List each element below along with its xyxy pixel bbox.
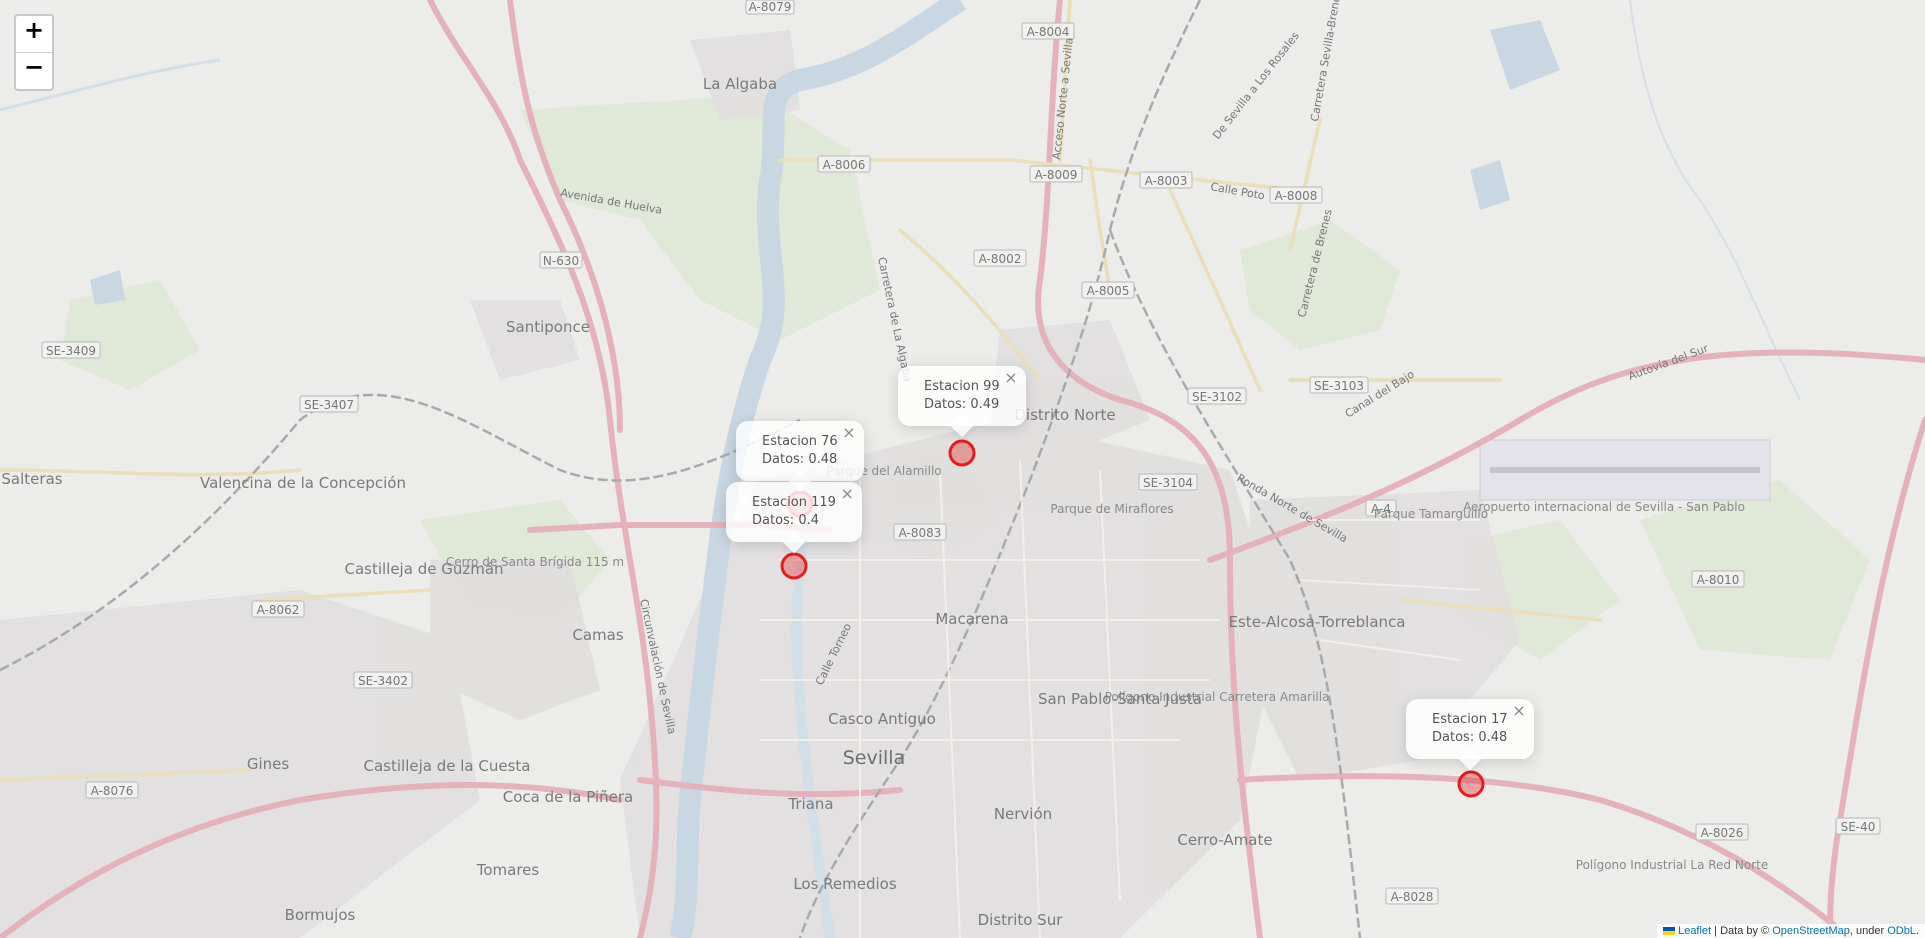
place-label: Triana	[787, 795, 833, 813]
station-popup: × Estacion 17 Datos: 0.48	[1406, 699, 1534, 771]
road-tag: A-8004	[1027, 25, 1070, 39]
leaflet-link[interactable]: Leaflet	[1678, 925, 1711, 937]
place-label: Distrito Sur	[978, 911, 1064, 929]
attribution-text: | Data by ©	[1711, 925, 1773, 937]
place-label: Valencina de la Concepción	[200, 474, 406, 492]
zoom-in-button[interactable]: +	[16, 16, 52, 52]
map-attribution: Leaflet | Data by © OpenStreetMap, under…	[1657, 924, 1925, 938]
road-tag: A-8076	[91, 784, 134, 798]
popup-close-button[interactable]: ×	[1004, 368, 1017, 387]
zoom-out-button[interactable]: −	[16, 52, 52, 89]
popup-data: Datos: 0.48	[762, 452, 838, 467]
place-label: Casco Antiguo	[828, 710, 936, 728]
odbl-link[interactable]: ODbL	[1887, 925, 1916, 937]
place-label: Bormujos	[285, 906, 356, 924]
attribution-text: .	[1915, 925, 1919, 937]
station-popup: × Estacion 99 Datos: 0.49	[898, 366, 1026, 438]
road-tag: A-8026	[1701, 826, 1744, 840]
road-tag: A-8002	[979, 252, 1022, 266]
place-label: Salteras	[1, 470, 62, 488]
road-tag: A-8028	[1391, 890, 1434, 904]
popup-title: Estacion 76	[762, 434, 838, 449]
attribution-text: , under	[1849, 925, 1888, 937]
road-tag: SE-3407	[304, 398, 354, 412]
station-marker[interactable]	[780, 552, 808, 580]
place-label: Coca de la Piñera	[503, 788, 633, 806]
road-tag: A-8005	[1087, 284, 1130, 298]
place-label: Aeropuerto internacional de Sevilla - Sa…	[1463, 500, 1745, 514]
road-tag: SE-3102	[1192, 390, 1242, 404]
road-tag: A-8009	[1035, 168, 1078, 182]
road-tag: SE-3402	[358, 674, 408, 688]
popup-data: Datos: 0.48	[1432, 730, 1508, 745]
popup-title: Estacion 99	[924, 379, 1000, 394]
place-label: Cerro de Santa Brígida 115 m	[446, 555, 624, 569]
ukraine-flag-icon	[1663, 927, 1676, 936]
place-label: Cerro-Amate	[1177, 831, 1272, 849]
road-tag: A-8062	[257, 603, 300, 617]
place-label: Camas	[572, 626, 623, 644]
place-label: La Algaba	[703, 75, 777, 93]
place-label: Macarena	[935, 610, 1008, 628]
popup-title: Estacion 17	[1432, 712, 1508, 727]
zoom-control: + −	[14, 14, 54, 91]
station-marker[interactable]	[1457, 770, 1485, 798]
map-tiles[interactable]: A-8079 A-8004 A-8006 A-8009 A-8003 A-800…	[0, 0, 1925, 938]
popup-data: Datos: 0.4	[752, 513, 819, 528]
road-tag: A-8008	[1275, 189, 1318, 203]
place-label: Este-Alcosa-Torreblanca	[1229, 613, 1406, 631]
road-tag: A-8010	[1697, 573, 1740, 587]
road-tag: A-8083	[899, 526, 942, 540]
station-popup: × Estacion 119 Datos: 0.4	[726, 482, 862, 554]
road-tag: SE-3103	[1314, 379, 1364, 393]
osm-link[interactable]: OpenStreetMap	[1772, 925, 1850, 937]
road-tag: A-8006	[823, 158, 866, 172]
place-label: Castilleja de la Cuesta	[364, 757, 531, 775]
place-label: Gines	[247, 755, 290, 773]
road-tag: SE-3409	[46, 344, 96, 358]
road-tag: SE-40	[1841, 820, 1876, 834]
place-label: Sevilla	[843, 747, 905, 769]
popup-close-button[interactable]: ×	[841, 484, 854, 503]
popup-close-button[interactable]: ×	[1512, 701, 1525, 720]
place-label: Los Remedios	[793, 875, 897, 893]
road-tag: A-8003	[1145, 174, 1188, 188]
place-label: Distrito Norte	[1014, 406, 1115, 424]
place-label: Santiponce	[506, 318, 590, 336]
place-label: Tomares	[476, 861, 540, 879]
station-marker[interactable]	[948, 439, 976, 467]
place-label: Nervión	[994, 805, 1052, 823]
road-tag: A-8079	[749, 0, 792, 14]
station-popup: × Estacion 76 Datos: 0.48	[736, 421, 864, 493]
place-label: Polígono Industrial Carretera Amarilla	[1105, 690, 1330, 704]
popup-title: Estacion 119	[752, 495, 836, 510]
popup-data: Datos: 0.49	[924, 397, 1000, 412]
popup-close-button[interactable]: ×	[842, 423, 855, 442]
place-label: Parque de Miraflores	[1050, 502, 1173, 516]
road-tag: N-630	[543, 254, 579, 268]
place-label: Polígono Industrial La Red Norte	[1576, 858, 1768, 872]
road-tag: SE-3104	[1143, 476, 1193, 490]
